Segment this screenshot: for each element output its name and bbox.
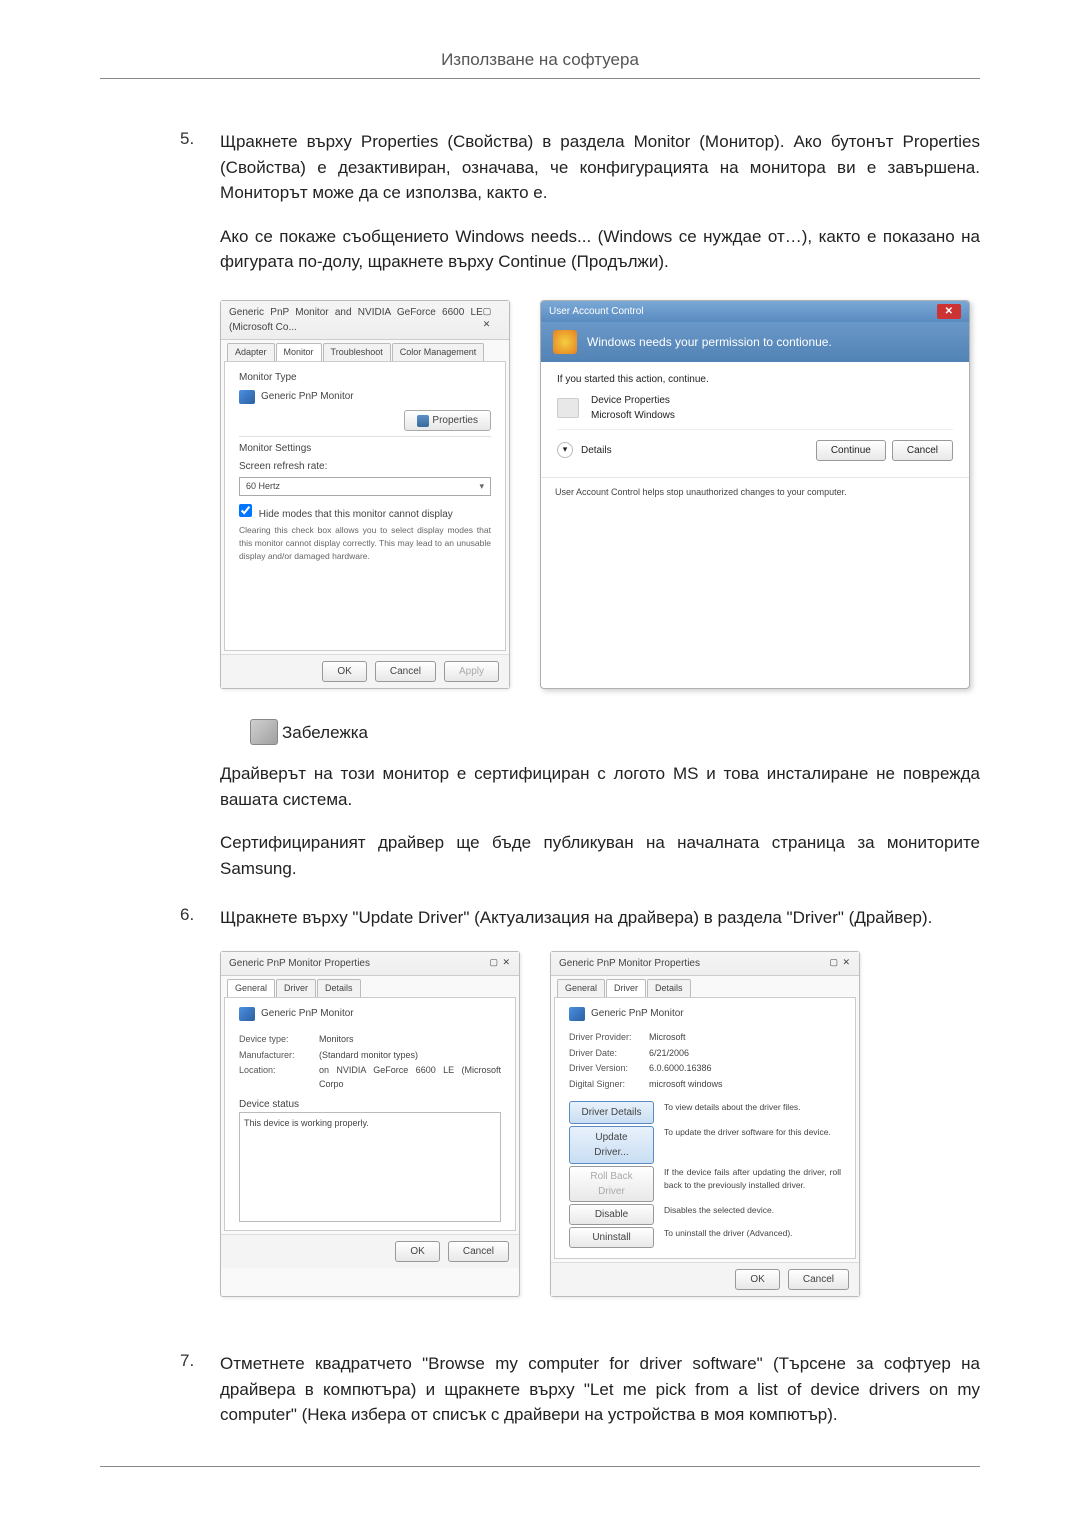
window-controls[interactable]: ▢ ✕ [483,305,501,335]
step-7-number: 7. [180,1351,220,1428]
refresh-rate-label: Screen refresh rate: [239,459,491,474]
window-controls[interactable]: ▢ ✕ [829,956,851,971]
step-5-number: 5. [180,129,220,881]
dialog4-title: Generic PnP Monitor Properties [559,956,700,971]
monitor-icon [239,1007,255,1021]
uninstall-button[interactable]: Uninstall [569,1227,654,1248]
note-icon [250,719,278,745]
header-title: Използване на софтуера [441,50,639,69]
uac-ifstarted: If you started this action, continue. [557,372,953,387]
rollback-button[interactable]: Roll Back Driver [569,1166,654,1202]
ok-button[interactable]: OK [395,1241,439,1262]
cancel-button[interactable]: Cancel [788,1269,849,1290]
ok-button[interactable]: OK [322,661,366,682]
monitor-type-label: Monitor Type [239,370,491,385]
driver-details-button[interactable]: Driver Details [569,1101,654,1124]
step-6: 6. Щракнете върху "Update Driver" (Актуа… [180,905,980,1327]
uac-footer: User Account Control helps stop unauthor… [541,477,969,508]
tab-details[interactable]: Details [317,979,361,998]
step-6-number: 6. [180,905,220,1327]
chevron-down-icon: ▾ [479,480,484,494]
monitor-icon [569,1007,585,1021]
uac-headline: Windows needs your permission to contion… [587,333,832,351]
step-5: 5. Щракнете върху Properties (Свойства) … [180,129,980,881]
hide-modes-label: Hide modes that this monitor cannot disp… [259,509,453,520]
dialog1-title: Generic PnP Monitor and NVIDIA GeForce 6… [229,305,483,335]
step-5-p1: Щракнете върху Properties (Свойства) в р… [220,129,980,206]
driver-props-driver-dialog: Generic PnP Monitor Properties ▢ ✕ Gener… [550,951,860,1298]
step-7: 7. Отметнете квадратчето "Browse my comp… [180,1351,980,1428]
tab-details[interactable]: Details [647,979,691,998]
disable-button[interactable]: Disable [569,1204,654,1225]
shield-icon [417,415,429,427]
update-driver-button[interactable]: Update Driver... [569,1126,654,1164]
cancel-button[interactable]: Cancel [375,661,436,682]
hide-modes-desc: Clearing this check box allows you to se… [239,524,491,562]
window-controls[interactable]: ▢ ✕ [489,956,511,971]
driver-props-general-dialog: Generic PnP Monitor Properties ▢ ✕ Gener… [220,951,520,1298]
device-status-label: Device status [239,1097,501,1112]
close-icon[interactable]: ✕ [937,304,961,319]
monitor-props-dialog: Generic PnP Monitor and NVIDIA GeForce 6… [220,300,510,690]
tab-general[interactable]: General [557,979,605,998]
uac-title: User Account Control [549,304,644,319]
tab-troubleshoot[interactable]: Troubleshoot [323,343,391,362]
step-5-p2: Ако се покаже съобщението Windows needs.… [220,224,980,275]
device-icon [557,398,579,418]
tab-color-mgmt[interactable]: Color Management [392,343,485,362]
monitor-icon [239,390,255,404]
uac-details[interactable]: Details [581,443,612,458]
uac-ms-windows: Microsoft Windows [591,408,675,423]
chevron-down-icon[interactable]: ▾ [557,442,573,458]
apply-button[interactable]: Apply [444,661,499,682]
step-7-p1: Отметнете квадратчето "Browse my compute… [220,1351,980,1428]
tab-adapter[interactable]: Adapter [227,343,275,362]
hide-modes-checkbox[interactable] [239,504,252,517]
refresh-rate-select[interactable]: 60 Hertz ▾ [239,477,491,497]
generic-pnp-label: Generic PnP Monitor [261,389,354,404]
tab-driver[interactable]: Driver [276,979,316,998]
note-title: Забележка [282,720,368,746]
monitor-settings-label: Monitor Settings [239,441,491,456]
footer-divider [100,1466,980,1467]
step-6-p1: Щракнете върху "Update Driver" (Актуализ… [220,905,980,931]
page-header: Използване на софтуера [100,50,980,79]
dialog3-title: Generic PnP Monitor Properties [229,956,370,971]
device-status-text: This device is working properly. [239,1112,501,1222]
continue-button[interactable]: Continue [816,440,886,461]
shield-icon [553,330,577,354]
uac-dialog: User Account Control ✕ Windows needs you… [540,300,970,690]
note-p2: Сертифицираният драйвер ще бъде публикув… [220,830,980,881]
cancel-button[interactable]: Cancel [448,1241,509,1262]
properties-button[interactable]: Properties [404,410,491,431]
generic-pnp-label: Generic PnP Monitor [591,1006,684,1021]
tab-monitor[interactable]: Monitor [276,343,322,362]
ok-button[interactable]: OK [735,1269,779,1290]
cancel-button[interactable]: Cancel [892,440,953,461]
uac-device-props: Device Properties [591,393,675,408]
tab-general[interactable]: General [227,979,275,998]
generic-pnp-label: Generic PnP Monitor [261,1006,354,1021]
note-p1: Драйверът на този монитор е сертифициран… [220,761,980,812]
tab-driver[interactable]: Driver [606,979,646,998]
